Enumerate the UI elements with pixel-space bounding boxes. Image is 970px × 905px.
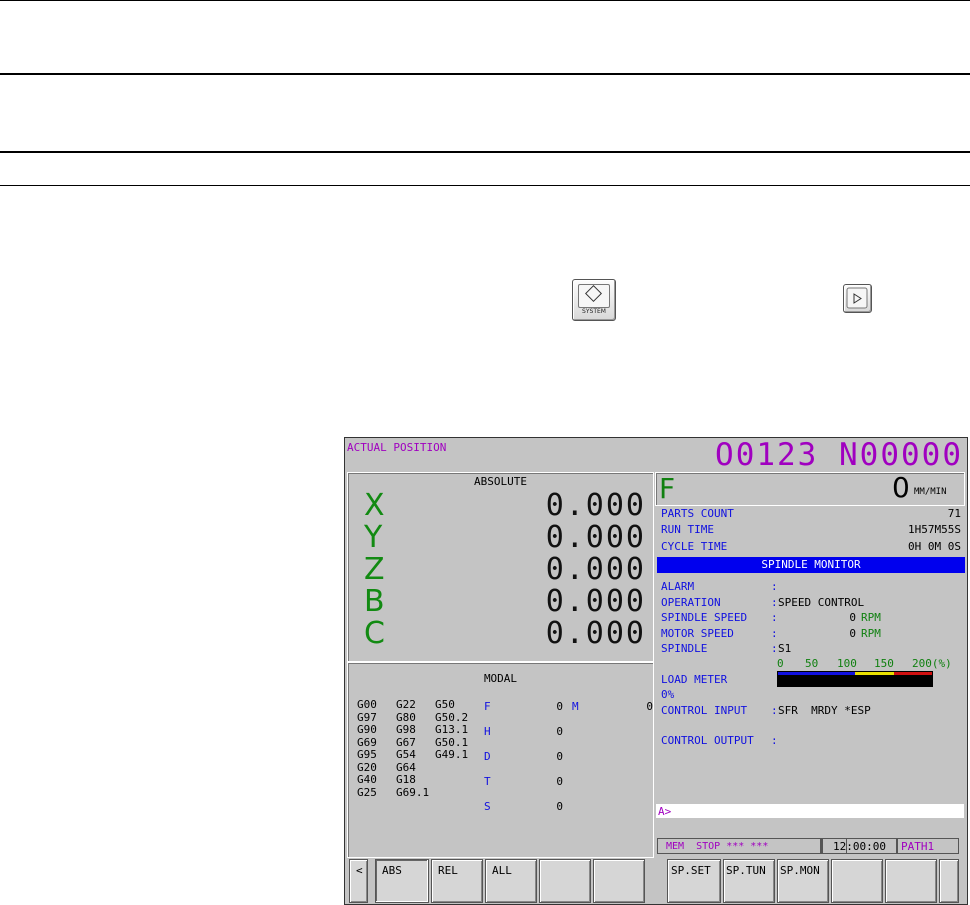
spindle-row: SPINDLE: S1 [661,642,792,655]
modal-h-label: H [484,725,491,738]
motor-speed-value: 0 [849,627,856,640]
system-key-icon[interactable]: SYSTEM [572,279,616,321]
spindle-speed-unit: RPM [861,611,881,624]
axis-row-y: Y 0.000 [364,520,646,555]
modal-gcode-cell: G98 [396,723,416,736]
modal-gcode-cell: G95 [357,748,377,761]
load-meter-value: 0% [661,688,675,701]
softkey-next[interactable] [939,859,959,903]
modal-t-value: 0 [556,775,563,788]
modal-d-value: 0 [556,750,563,763]
softkey-sp-set[interactable]: SP.SET [667,859,721,903]
modal-s-value: 0 [556,800,563,813]
load-meter-tick-label: 0 [777,657,784,670]
softkey-rel[interactable]: REL [431,859,483,903]
spindle-speed-value: 0 [849,611,856,624]
run-time-value: 1H57M55S [908,523,961,536]
modal-f-value: 0 [556,700,563,713]
load-meter-tick-label: 50 [805,657,819,670]
run-time-row: RUN TIME 1H57M55S [661,523,961,536]
modal-m-label: M [572,700,579,713]
modal-h-value: 0 [556,725,563,738]
modal-gcode-cell: G50 [435,698,455,711]
screen-title: ACTUAL POSITION [347,441,447,454]
spindle-speed-row: SPINDLE SPEED: 0 RPM [661,611,881,624]
softkey-all[interactable]: ALL [485,859,537,903]
input-prompt: A> [658,805,672,818]
axis-row-z: Z 0.000 [364,552,646,587]
status-time: 12:00:00 [822,838,897,854]
modal-gcode-cell: G18 [396,773,416,786]
parts-count-row: PARTS COUNT 71 [661,507,961,520]
operation-value: SPEED CONTROL [778,596,865,609]
modal-gcode-cell: G13.1 [435,723,469,736]
modal-d-label: D [484,750,491,763]
status-mode: MEM STOP *** *** [657,838,821,854]
modal-title: MODAL [483,672,518,685]
control-input-value: SFR MRDY *ESP [778,704,871,717]
status-path: PATH1 [897,838,959,854]
softkey-blank-3[interactable] [831,859,883,903]
spindle-monitor-title: SPINDLE MONITOR [761,558,861,571]
load-meter-tick-label: 100 [837,657,857,670]
load-meter-bar [777,671,933,687]
softkey-sp-mon[interactable]: SP.MON [777,859,829,903]
softkey-blank-2[interactable] [593,859,645,903]
svg-text:SYSTEM: SYSTEM [582,308,606,315]
modal-gcode-cell: G49.1 [435,748,469,761]
status-bar: MEM STOP *** *** 12:00:00 PATH1 [657,838,963,854]
absolute-panel: ABSOLUTE X 0.000 Y 0.000 Z 0.000 B 0.000 C 0.… [347,472,654,662]
softkey-prev[interactable]: < [349,859,368,903]
modal-m-value: 0 [646,700,653,713]
parts-count-value: 71 [947,507,961,520]
softkey-blank-4[interactable] [885,859,937,903]
modal-gcode-cell: G90 [357,723,377,736]
modal-gcode-cell: G69.1 [396,785,430,799]
modal-gcode-cell: G25 [357,785,377,799]
softkey-sp-tun[interactable]: SP.TUN [723,859,775,903]
modal-gcode-cell: G54 [396,748,416,761]
section-rule-3 [0,185,970,186]
modal-t-label: T [484,775,491,788]
absolute-title: ABSOLUTE [474,475,527,488]
load-meter-tick-label: 200(%) [912,657,952,670]
axis-row-c: C 0.000 [364,616,646,651]
spindle-monitor-panel: ALARM: OPERATION: SPEED CONTROL SPINDLE … [657,576,963,800]
load-meter-scale: 0 50 100 150 200(%) [777,657,967,670]
cnc-screen: ACTUAL POSITION O0123 N00000 ABSOLUTE X0… [344,437,968,905]
cycle-time-row: CYCLE TIME 0H 0M 0S [661,540,961,553]
alarm-row: ALARM: [661,580,778,593]
axis-row-x: X 0.000 [364,488,646,523]
feed-label: F [659,472,676,505]
modal-s-label: S [484,800,491,813]
modal-gcode-cell: G22 [396,698,416,711]
input-line[interactable]: A> [656,804,964,818]
next-page-key-icon[interactable] [843,284,872,313]
spindle-monitor-title-bar: SPINDLE MONITOR [657,557,965,573]
motor-speed-row: MOTOR SPEED: 0 RPM [661,627,881,640]
control-output-row: CONTROL OUTPUT: [661,734,778,747]
control-input-row: CONTROL INPUT: SFR MRDY *ESP [661,704,871,717]
feed-unit: MM/MIN [914,487,947,497]
section-rule-2 [0,151,970,153]
motor-speed-unit: RPM [861,627,881,640]
spindle-value: S1 [778,642,792,655]
modal-panel: MODAL G00 G22 G50 G97 G80 G50.2 G90 G98 G13.1 G69… [347,662,654,858]
feed-panel: F 0 MM/MIN [655,472,965,506]
load-meter-tick-label: 150 [874,657,894,670]
softkey-abs[interactable]: ABS [375,859,429,903]
modal-gcode-cell: G00 [357,698,377,711]
softkey-blank-1[interactable] [539,859,591,903]
feed-value: 0 [892,471,910,504]
program-number: O0123 N00000 [715,437,963,473]
axis-row-b: B 0.000 [364,584,646,619]
top-rule [0,0,970,1]
modal-f-label: F [484,700,491,713]
modal-gcode-cell: G40 [357,773,377,786]
section-rule-1 [0,73,970,75]
cycle-time-value: 0H 0M 0S [908,540,961,553]
operation-row: OPERATION: SPEED CONTROL [661,596,865,609]
